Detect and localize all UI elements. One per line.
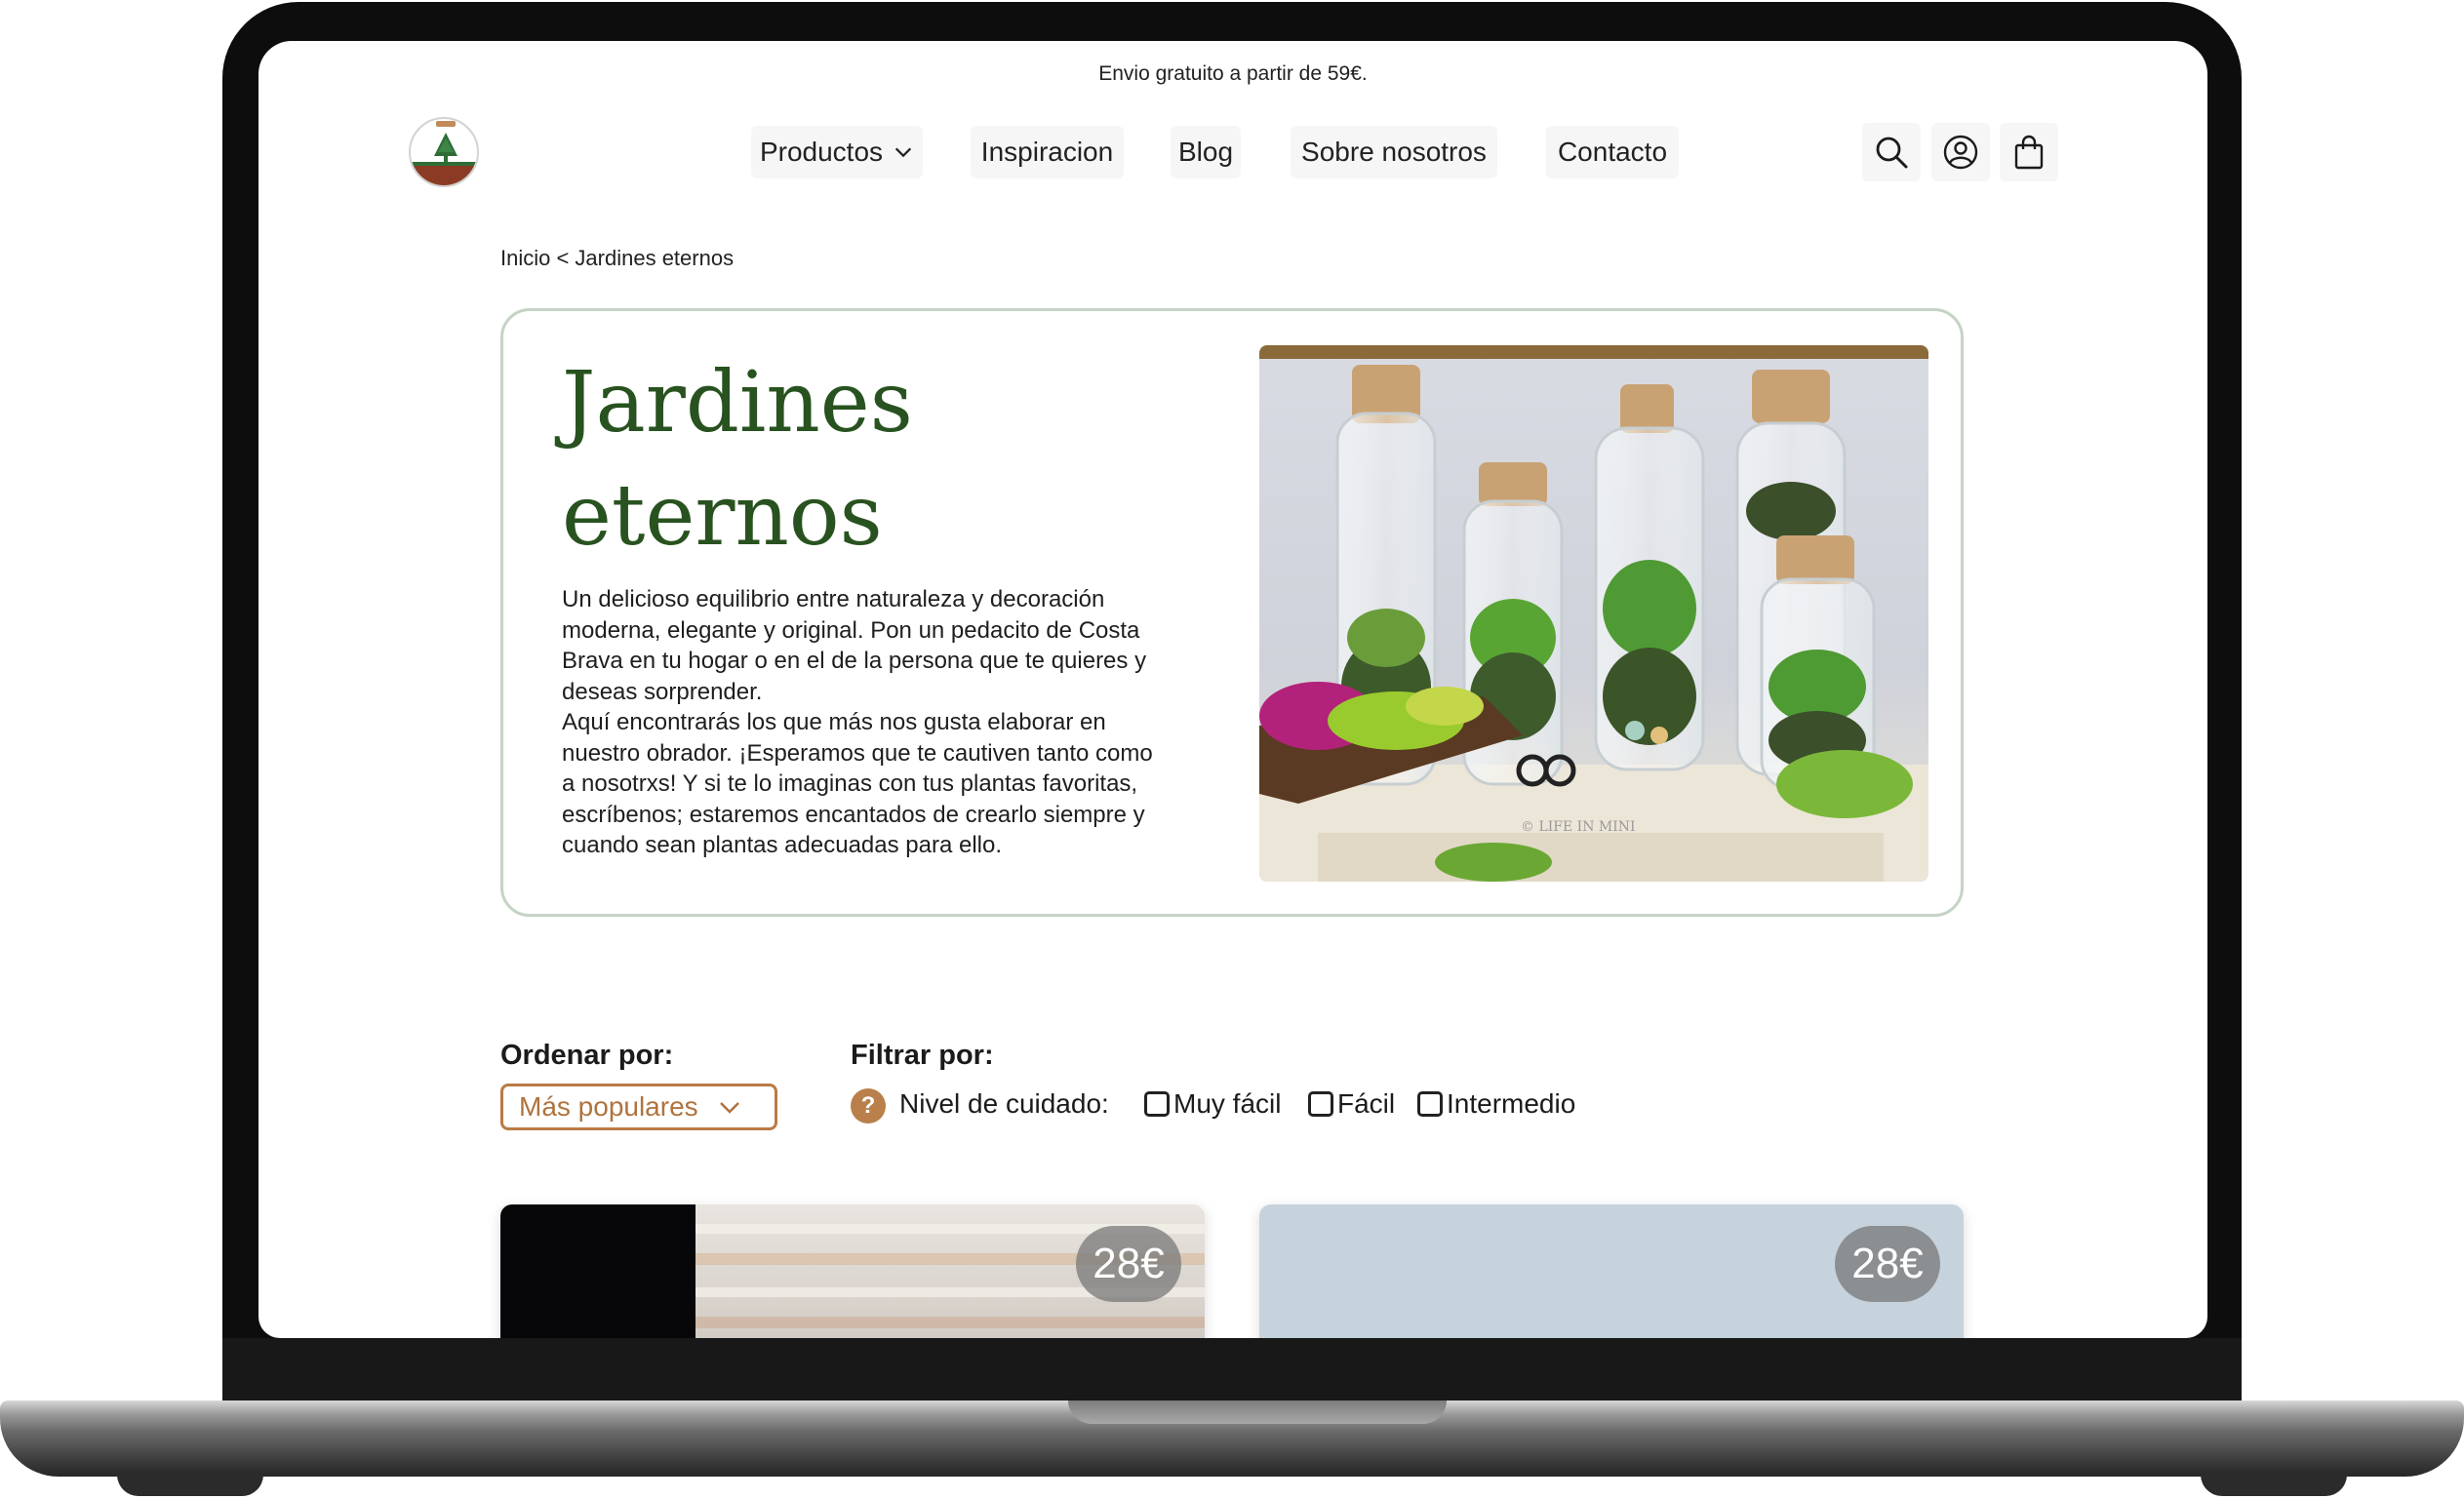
filter-option-facil[interactable]: Fácil (1308, 1088, 1395, 1120)
sort-select[interactable]: Más populares (500, 1084, 777, 1130)
shopping-bag-icon (2014, 135, 2044, 170)
nav-item-label: Blog (1177, 137, 1234, 167)
help-icon[interactable]: ? (851, 1088, 886, 1124)
nav-item-label: Contacto (1557, 137, 1668, 167)
image-watermark: © LIFE IN MINI (1521, 819, 1636, 835)
laptop-notch (1068, 1400, 1447, 1424)
product-card[interactable]: 28€ (500, 1204, 1205, 1338)
nav-item-inspiracion[interactable]: Inspiracion (971, 126, 1124, 178)
terrarium-jars-image: © LIFE IN MINI (1259, 345, 1928, 882)
nav-item-productos[interactable]: Productos (751, 126, 923, 178)
nav-item-blog[interactable]: Blog (1171, 126, 1241, 178)
hero-card: Jardines eternos Un delicioso equilibrio… (500, 308, 1964, 917)
screen: Envio gratuito a partir de 59€. Producto… (258, 41, 2207, 1338)
search-icon (1876, 137, 1908, 169)
nav-item-label: Productos (759, 137, 884, 167)
care-level-label: Nivel de cuidado: (899, 1088, 1109, 1119)
checkbox[interactable] (1308, 1091, 1333, 1117)
logo-ground (411, 166, 477, 185)
laptop-foot-left (117, 1475, 263, 1496)
sort-selected-value: Más populares (519, 1091, 698, 1122)
hero-image: © LIFE IN MINI (1259, 345, 1928, 882)
logo-cork (436, 121, 456, 127)
checkbox[interactable] (1417, 1091, 1443, 1117)
breadcrumb: Inicio < Jardines eternos (500, 246, 735, 270)
price-badge: 28€ (1835, 1226, 1940, 1302)
checkbox[interactable] (1144, 1091, 1170, 1117)
price-badge: 28€ (1076, 1226, 1181, 1302)
account-button[interactable] (1931, 123, 1990, 181)
logo[interactable] (409, 117, 479, 187)
chevron-down-icon (719, 1102, 739, 1114)
nav-item-contacto[interactable]: Contacto (1546, 126, 1679, 178)
filter-label: Filtrar por: (851, 1040, 994, 1071)
laptop-bezel (222, 1338, 2242, 1400)
nav-item-label: Sobre nosotros (1301, 137, 1487, 167)
laptop-foot-right (2201, 1475, 2347, 1496)
filter-option-label: Intermedio (1447, 1088, 1576, 1119)
filter-option-label: Muy fácil (1173, 1088, 1282, 1119)
cart-button[interactable] (2000, 123, 2058, 181)
filter-option-label: Fácil (1337, 1088, 1396, 1119)
chevron-down-icon (894, 147, 912, 158)
hero-description: Un delicioso equilibrio entre naturaleza… (562, 586, 1153, 858)
nav-item-sobre-nosotros[interactable]: Sobre nosotros (1291, 126, 1497, 178)
filter-option-muy-facil[interactable]: Muy fácil (1144, 1088, 1281, 1120)
nav-item-label: Inspiracion (980, 137, 1114, 167)
sort-label: Ordenar por: (500, 1040, 674, 1071)
filter-option-intermedio[interactable]: Intermedio (1417, 1088, 1575, 1120)
page-title: Jardines eternos (562, 354, 913, 565)
user-icon (1943, 135, 1978, 170)
search-button[interactable] (1862, 123, 1921, 181)
product-card[interactable]: 28€ (1259, 1204, 1964, 1338)
promo-bar: Envio gratuito a partir de 59€. (1098, 62, 1368, 85)
tree-icon (434, 133, 457, 164)
